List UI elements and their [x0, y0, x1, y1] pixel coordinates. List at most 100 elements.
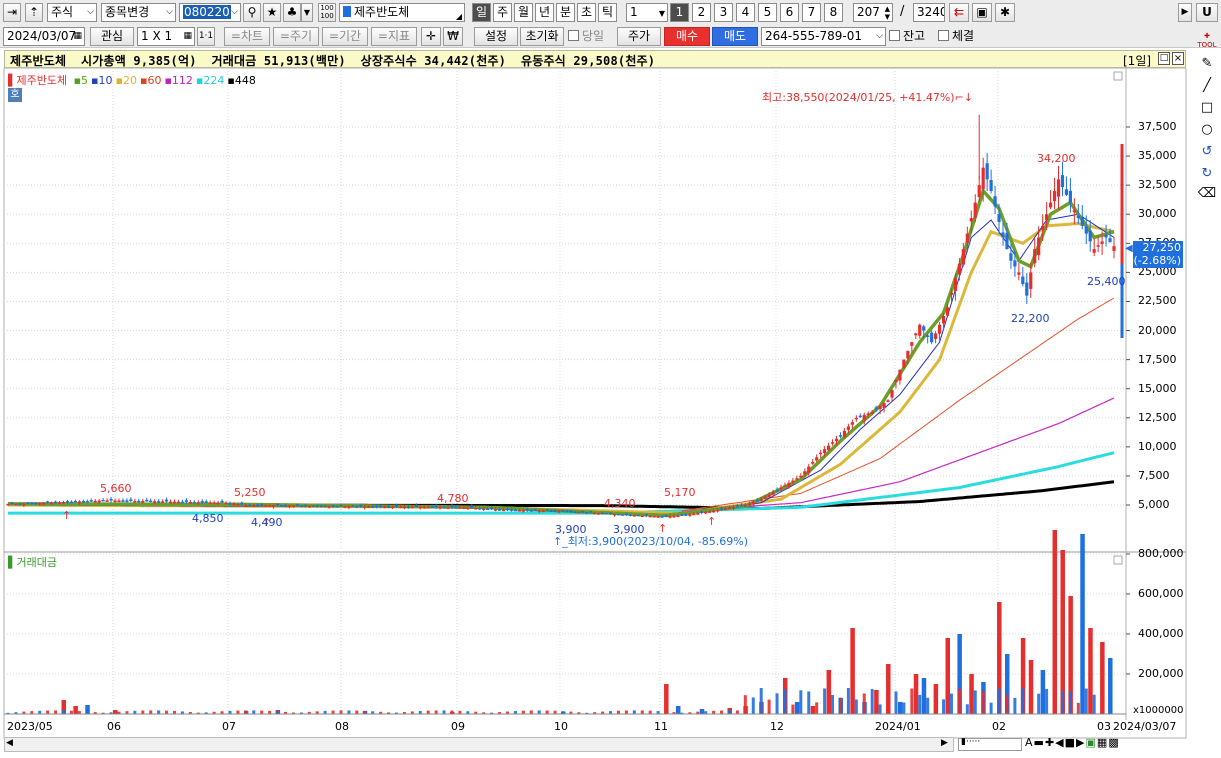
export-icon[interactable]: ▣ — [1086, 736, 1097, 749]
stock-code-input[interactable]: 080220 ⌵ — [179, 3, 241, 22]
candle-body — [1037, 237, 1041, 256]
eraser-icon[interactable]: ⌫ — [1196, 184, 1218, 204]
undo-icon[interactable]: ↺ — [1196, 142, 1218, 162]
plus-icon[interactable]: ✚ — [1045, 736, 1055, 749]
candle-body — [640, 515, 644, 517]
period-tab-6[interactable]: 틱 — [598, 3, 617, 22]
chart-slot-3[interactable]: 4 — [736, 3, 755, 22]
buy-button[interactable]: 매수 — [664, 27, 710, 46]
period-button[interactable]: =주기 — [273, 27, 319, 46]
change-code-select[interactable]: 종목변경 ⌵ — [101, 3, 176, 22]
rectangle-icon[interactable]: □ — [1196, 98, 1218, 118]
range-button[interactable]: =기간 — [322, 27, 368, 46]
stop-icon[interactable]: ■ — [1065, 736, 1076, 749]
gear-icon[interactable]: ✱ — [995, 3, 1015, 22]
horizontal-scrollbar[interactable]: ◀ ▶ — [4, 737, 954, 752]
volume-option-icon[interactable] — [1113, 555, 1123, 565]
trough-label-4490: 4,490 — [251, 516, 283, 529]
stock-name-field[interactable]: 제주반도체 ◢ — [339, 3, 465, 22]
price-button[interactable]: 주가 — [617, 27, 661, 46]
scroll-left-icon[interactable]: ◀ — [6, 738, 13, 748]
period-tab-5[interactable]: 초 — [577, 3, 596, 22]
scroll-right-icon[interactable]: ▶ — [941, 738, 948, 748]
volume-bar — [878, 704, 882, 714]
period-tab-0[interactable]: 일 — [472, 3, 491, 22]
chart-slot-5[interactable]: 6 — [780, 3, 799, 22]
crosshair-icon[interactable]: ✛ — [421, 27, 441, 46]
candle-body — [922, 326, 926, 331]
filled-checkbox[interactable]: 체결 — [938, 28, 974, 45]
quote-badge[interactable]: 호 — [8, 88, 22, 102]
chart-button[interactable]: =차트 — [224, 27, 270, 46]
indicator-button[interactable]: =지표 — [371, 27, 417, 46]
candle-body — [727, 507, 732, 509]
sell-button[interactable]: 매도 — [712, 27, 758, 46]
grid-one-button[interactable]: 1·1 — [197, 27, 215, 46]
chart-slot-4[interactable]: 5 — [758, 3, 777, 22]
current-price-box: 27,250 (-2.68%) — [1133, 241, 1183, 268]
close-icon[interactable]: × — [1172, 52, 1184, 65]
candle-body — [1029, 272, 1033, 289]
grid-layout-select[interactable]: 1 X 1 ▦ — [137, 27, 195, 46]
resize-icon: ◢ — [455, 12, 462, 21]
today-checkbox[interactable]: 당일 — [568, 28, 604, 45]
won-button[interactable]: ₩ — [443, 27, 463, 46]
interval-select[interactable]: 1 ▼ — [626, 3, 668, 22]
period-tab-2[interactable]: 월 — [514, 3, 533, 22]
club-icon[interactable]: ♣ — [283, 3, 301, 22]
save-icon[interactable]: ▣ — [972, 3, 992, 22]
spin-down-icon[interactable]: ▼ — [301, 3, 313, 22]
candle-body — [200, 501, 204, 503]
pane-option-icon[interactable] — [1113, 71, 1123, 81]
maximize-icon[interactable]: □ — [1158, 52, 1170, 65]
line-icon[interactable]: ╱ — [1196, 76, 1218, 96]
circle-icon[interactable]: ○ — [1196, 120, 1218, 140]
zoom-slider[interactable]: ▮····· — [958, 737, 1022, 751]
chart-slot-0[interactable]: 1 — [670, 3, 689, 22]
candle-body — [10, 502, 14, 505]
chart-slot-1[interactable]: 2 — [692, 3, 711, 22]
percent-icon[interactable]: 100 100 — [318, 3, 336, 22]
period-tab-1[interactable]: 주 — [493, 3, 512, 22]
pin-icon[interactable]: ⇡ — [25, 3, 43, 22]
period-tab-3[interactable]: 년 — [535, 3, 554, 22]
account-select[interactable]: 264-555-789-01 ⌵ — [761, 27, 886, 46]
market-select[interactable]: 주식 ⌵ — [47, 3, 97, 22]
layout-icon[interactable]: ▩ — [1108, 736, 1119, 749]
redo-icon[interactable]: ↻ — [1196, 164, 1218, 184]
chart-slot-6[interactable]: 7 — [802, 3, 821, 22]
prev-panel-button[interactable]: ⇥ — [3, 3, 21, 22]
chart-area[interactable]: ↑↑ ↑↑ — [0, 68, 1190, 740]
rewind-icon[interactable]: ⇇ — [949, 3, 969, 22]
grid-icon[interactable]: ▦ — [1097, 736, 1108, 749]
peak-label-4340: 4,340 — [604, 497, 636, 510]
chart-slot-7[interactable]: 8 — [824, 3, 843, 22]
candle-body — [490, 507, 494, 510]
chart-slot-2[interactable]: 3 — [714, 3, 733, 22]
star-icon[interactable]: ★ — [263, 3, 281, 22]
candle-body — [644, 514, 648, 516]
setup-button[interactable]: 설정 — [474, 27, 518, 46]
pencil-icon[interactable]: ✎ — [1196, 54, 1218, 74]
candle-body — [34, 502, 38, 505]
balance-checkbox[interactable]: 잔고 — [889, 28, 925, 45]
u-button[interactable]: U — [1196, 3, 1218, 22]
candle-body — [248, 504, 252, 507]
price-tick-label: 22,500 — [1138, 294, 1177, 308]
balance-label: 잔고 — [903, 29, 926, 43]
candle-body — [109, 498, 113, 501]
tool-menu-icon[interactable]: ✚ TOOL — [1196, 32, 1218, 52]
count-input[interactable]: 207 ▲ ▼ — [853, 3, 893, 22]
period-tab-4[interactable]: 분 — [556, 3, 575, 22]
minus-icon[interactable]: ▬ — [1034, 736, 1045, 749]
candle-body — [1033, 249, 1037, 264]
play-icon[interactable]: ▶ — [1076, 736, 1085, 749]
date-input[interactable]: 2024/03/07 ▦ — [3, 27, 85, 46]
play-icon[interactable]: ▶ — [1178, 3, 1192, 22]
rewind-icon[interactable]: ◀ — [1055, 736, 1064, 749]
text-icon[interactable]: A — [1025, 736, 1034, 749]
reset-button[interactable]: 초기화 — [520, 27, 564, 46]
search-icon[interactable]: ⚲ — [243, 3, 261, 22]
volume-bar — [1076, 702, 1080, 714]
watch-button[interactable]: 관심 — [90, 27, 134, 46]
